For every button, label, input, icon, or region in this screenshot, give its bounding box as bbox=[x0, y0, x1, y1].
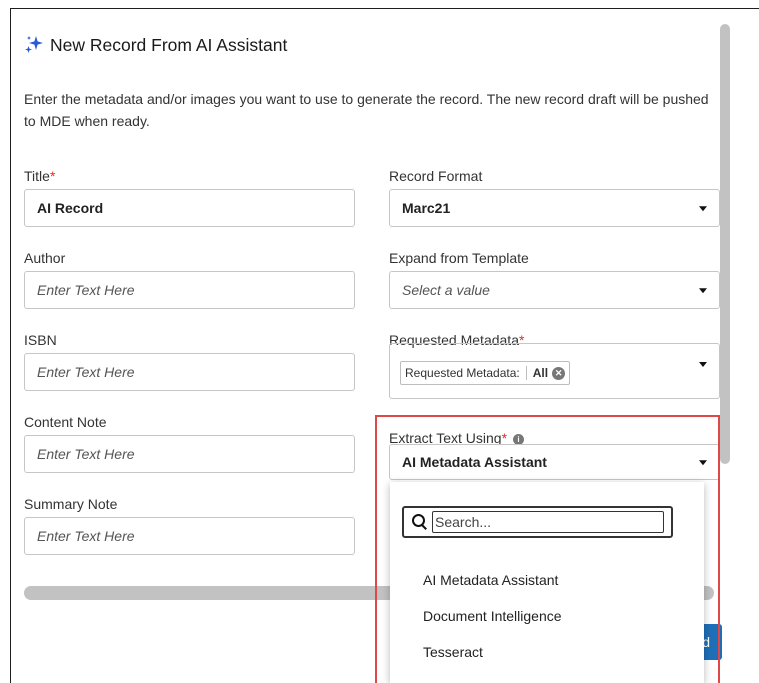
chevron-down-icon[interactable] bbox=[699, 362, 707, 367]
expand-template-select[interactable]: Select a value bbox=[389, 271, 720, 309]
chevron-down-icon bbox=[699, 206, 707, 212]
record-format-label: Record Format bbox=[389, 168, 483, 184]
expand-template-placeholder: Select a value bbox=[402, 282, 490, 298]
summary-note-label: Summary Note bbox=[24, 496, 118, 512]
dialog-header: New Record From AI Assistant bbox=[24, 34, 287, 56]
record-format-value: Marc21 bbox=[402, 200, 451, 216]
sparkle-icon bbox=[25, 36, 43, 53]
required-mark: * bbox=[49, 168, 56, 184]
chip-value: All bbox=[532, 366, 549, 380]
summary-note-input[interactable]: Enter Text Here bbox=[24, 517, 355, 555]
author-label: Author bbox=[24, 250, 66, 266]
highlight-box bbox=[375, 415, 720, 683]
expand-template-label: Expand from Template bbox=[389, 250, 529, 266]
chevron-down-icon bbox=[699, 288, 707, 294]
record-format-select[interactable]: Marc21 bbox=[389, 189, 720, 227]
content-note-label: Content Note bbox=[24, 414, 107, 430]
isbn-input[interactable]: Enter Text Here bbox=[24, 353, 355, 391]
close-circle-icon[interactable]: ✕ bbox=[552, 366, 566, 380]
title-input[interactable]: AI Record bbox=[24, 189, 355, 227]
chip-value-group: All ✕ bbox=[525, 366, 566, 380]
metadata-chip: Requested Metadata: All ✕ bbox=[400, 361, 571, 385]
isbn-label: ISBN bbox=[24, 332, 57, 348]
dialog-description: Enter the metadata and/or images you wan… bbox=[24, 91, 709, 129]
vertical-scrollbar[interactable] bbox=[720, 24, 730, 464]
title-label: Title* bbox=[24, 168, 55, 184]
requested-metadata-multiselect[interactable]: Requested Metadata: All ✕ bbox=[389, 343, 720, 399]
author-input[interactable]: Enter Text Here bbox=[24, 271, 355, 309]
chip-label: Requested Metadata: bbox=[405, 366, 520, 380]
dialog-title: New Record From AI Assistant bbox=[50, 34, 288, 55]
content-note-input[interactable]: Enter Text Here bbox=[24, 435, 355, 473]
title-label-text: Title bbox=[24, 168, 50, 184]
